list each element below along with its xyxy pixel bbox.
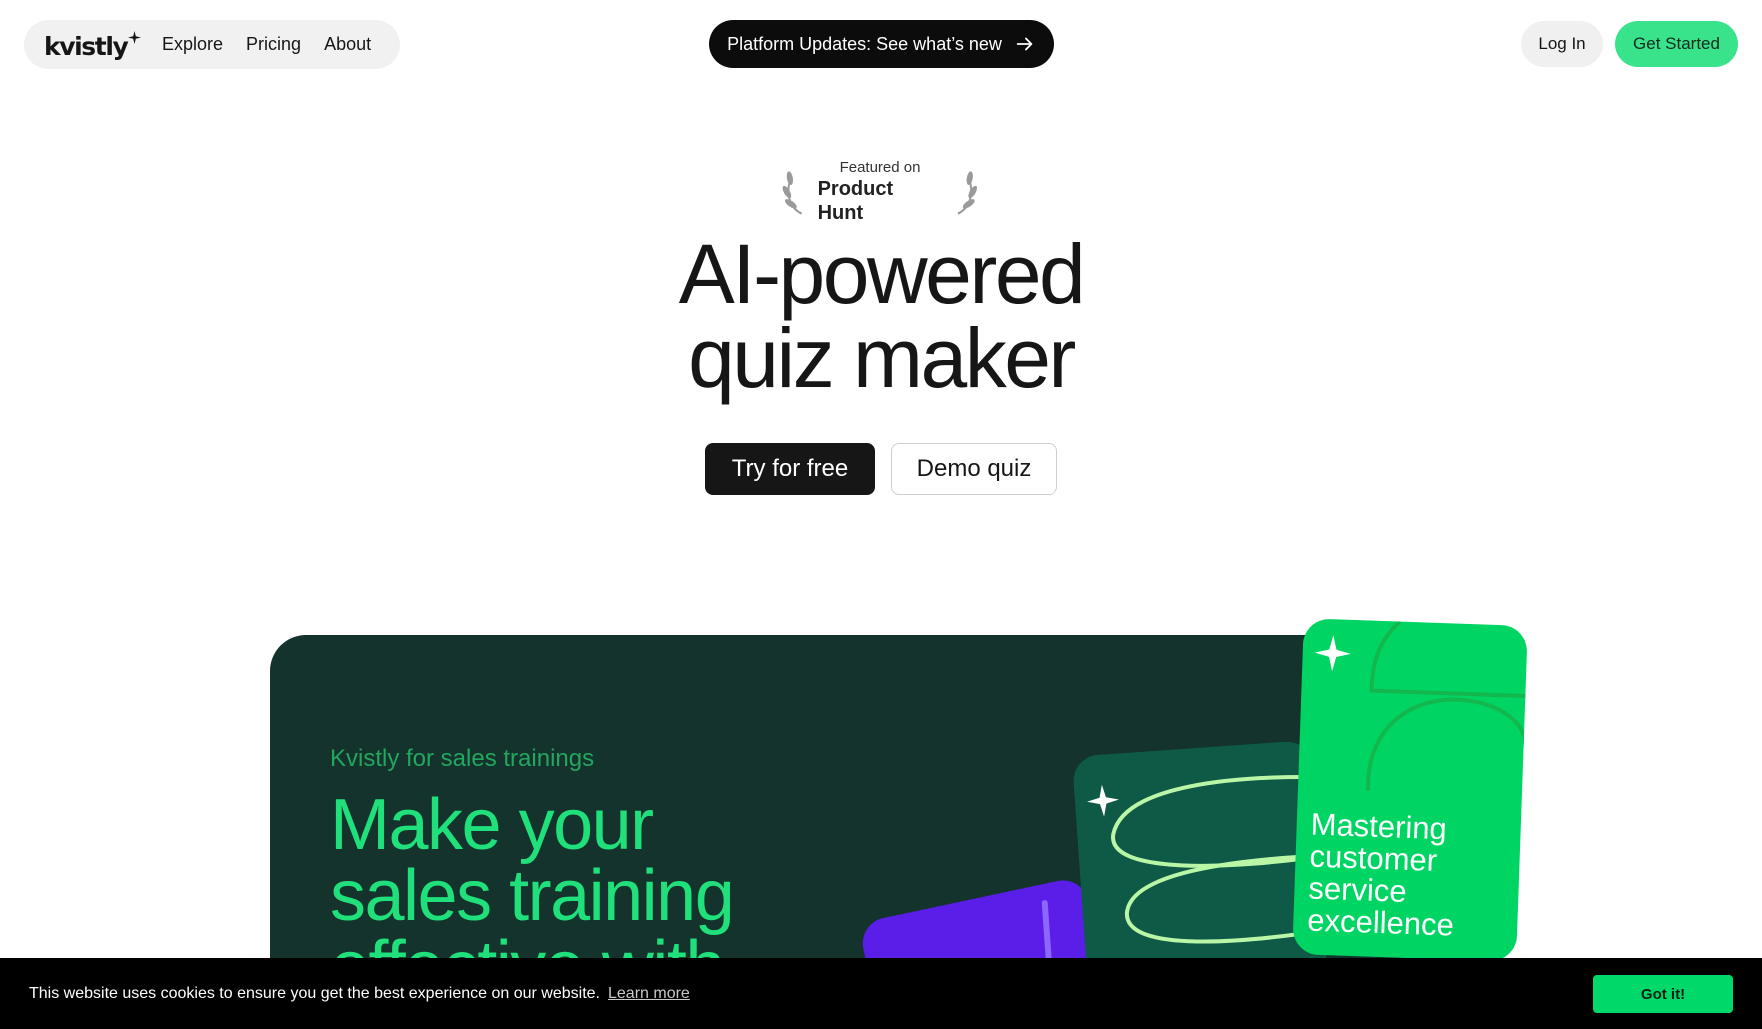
sparkle-icon <box>128 30 142 44</box>
cookie-accept-button[interactable]: Got it! <box>1593 975 1733 1013</box>
try-for-free-button[interactable]: Try for free <box>705 443 875 495</box>
hero-title-line1: AI-powered <box>678 227 1086 321</box>
hero-title-line2: quiz maker <box>688 311 1076 405</box>
nav-bar: kvistly Explore Pricing About <box>24 20 400 69</box>
get-started-button[interactable]: Get Started <box>1615 21 1738 67</box>
platform-updates-button[interactable]: Platform Updates: See what’s new <box>709 20 1054 68</box>
cookie-banner: This website uses cookies to ensure you … <box>0 958 1762 1029</box>
logo[interactable]: kvistly <box>44 25 162 65</box>
badge-featured-on: Featured on <box>839 159 921 176</box>
learn-more-link[interactable]: Learn more <box>608 985 690 1003</box>
demo-quiz-button[interactable]: Demo quiz <box>891 443 1057 495</box>
card-title: Mastering customer service excellence <box>1306 806 1455 943</box>
product-hunt-badge[interactable]: Featured on Product Hunt <box>780 159 980 224</box>
laurel-right-icon <box>957 171 978 215</box>
nav-link-explore[interactable]: Explore <box>162 34 223 55</box>
badge-product-hunt: Product Hunt <box>817 178 894 224</box>
page: kvistly Explore Pricing About Platform U… <box>0 0 1762 1029</box>
section-eyebrow: Kvistly for sales trainings <box>330 745 595 772</box>
arrow-right-icon <box>1016 37 1033 51</box>
platform-updates-label: Platform Updates: See what’s new <box>727 33 1002 54</box>
sparkle-icon <box>1314 635 1351 672</box>
badge-text: Featured on Product Hunt <box>818 159 943 225</box>
nav-link-pricing[interactable]: Pricing <box>246 34 301 55</box>
quiz-card-green: Mastering customer service excellence <box>1292 618 1528 962</box>
hero-title: AI-powered quiz maker <box>481 232 1281 400</box>
login-button[interactable]: Log In <box>1521 21 1603 67</box>
nav-link-about[interactable]: About <box>324 34 371 55</box>
logo-text: kvistly <box>44 31 129 61</box>
laurel-left-icon <box>782 171 803 215</box>
arch-decoration <box>1365 620 1528 791</box>
cookie-message: This website uses cookies to ensure you … <box>29 984 600 1002</box>
